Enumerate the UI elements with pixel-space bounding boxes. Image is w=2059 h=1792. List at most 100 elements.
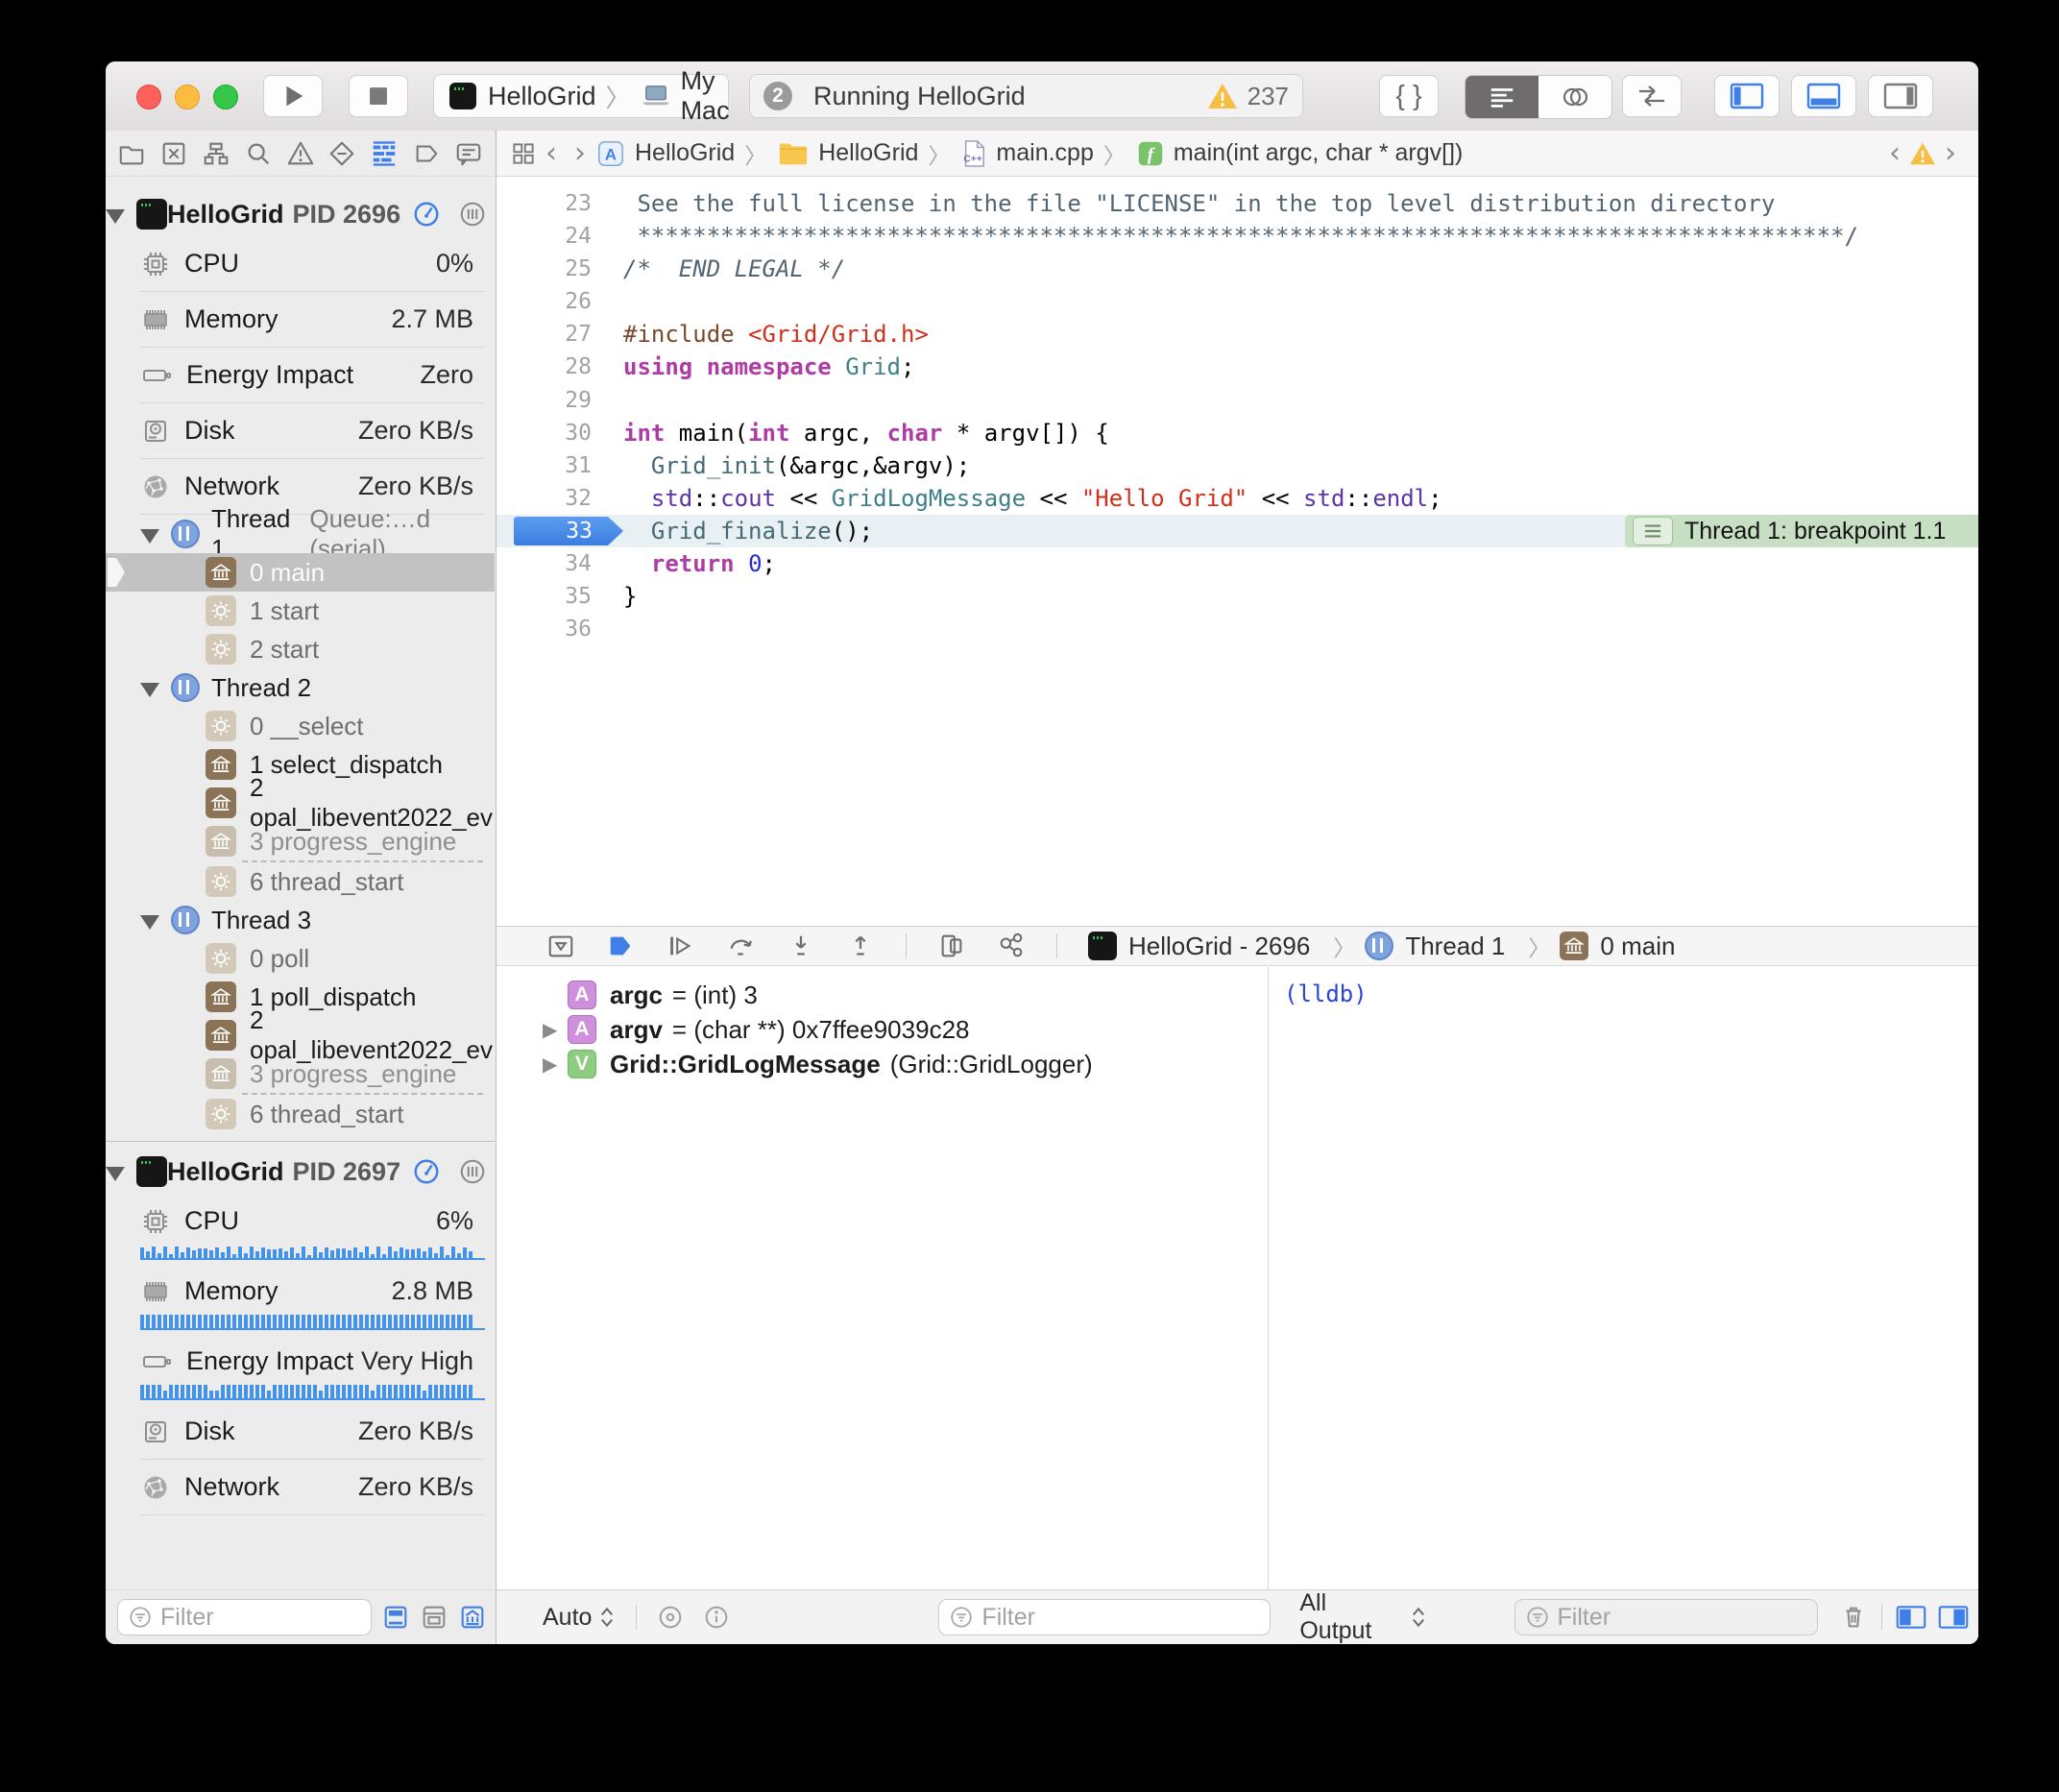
test-navigator-icon[interactable] (327, 139, 356, 168)
view-debugger-button[interactable] (937, 932, 966, 960)
disclosure-triangle-icon[interactable] (140, 915, 159, 930)
info-button[interactable] (702, 1603, 731, 1632)
clear-console-button[interactable] (1839, 1603, 1868, 1632)
stack-frame-row[interactable]: 0 poll (106, 939, 495, 978)
stat-row[interactable]: DiskZero KB/s (106, 403, 495, 458)
line-number[interactable]: 24 (497, 220, 592, 253)
version-editor-button[interactable] (1622, 75, 1682, 117)
debug-breadcrumb-item[interactable]: 0 main (1600, 932, 1675, 961)
disclosure-triangle-icon[interactable] (140, 683, 159, 697)
variable-row[interactable]: ▶VGrid::GridLogMessage(Grid::GridLogger) (497, 1047, 1267, 1081)
go-back-button[interactable]: ‹ (545, 136, 557, 170)
continue-button[interactable] (666, 932, 694, 960)
debug-breadcrumb-item[interactable]: Thread 1 (1405, 932, 1505, 961)
stack-frame-row[interactable]: 0 main (106, 553, 495, 592)
gauge-columns-icon[interactable] (458, 200, 487, 229)
filter-running-processes-button[interactable] (381, 1603, 410, 1632)
thread-row[interactable]: Thread 2 (106, 668, 495, 707)
line-number[interactable]: 26 (497, 285, 592, 318)
line-number[interactable]: 31 (497, 449, 592, 482)
stack-frame-row[interactable]: 1 start (106, 592, 495, 630)
line-number[interactable]: 29 (497, 384, 592, 417)
breakpoint-navigator-icon[interactable] (412, 139, 441, 168)
hide-debug-area-button[interactable] (546, 932, 575, 960)
assistant-editor-button[interactable] (1538, 76, 1611, 118)
console-output-popup[interactable]: All Output (1299, 1589, 1433, 1644)
navigator-filter-field[interactable]: Filter (117, 1599, 372, 1635)
report-navigator-icon[interactable] (454, 139, 483, 168)
gauge-speedometer-icon[interactable] (412, 200, 441, 229)
disclosure-triangle-icon[interactable] (106, 1167, 125, 1181)
gauge-columns-icon[interactable] (458, 1157, 487, 1186)
stack-frame-row[interactable]: 6 thread_start (106, 1095, 495, 1133)
debug-navigator-icon[interactable] (370, 139, 399, 168)
filter-debug-gauges-button[interactable] (420, 1603, 448, 1632)
thread-row[interactable]: Thread 3 (106, 901, 495, 939)
line-number[interactable]: 30 (497, 417, 592, 449)
stat-row[interactable]: NetworkZero KB/s (106, 1460, 495, 1514)
toggle-variables-view-button[interactable] (1896, 1604, 1926, 1631)
code-editor[interactable]: 23 See the full license in the file "LIC… (497, 177, 1978, 926)
stack-frame-row[interactable]: 2 start (106, 630, 495, 668)
variables-filter-field[interactable]: Filter (938, 1599, 1271, 1635)
warning-count[interactable]: 237 (1248, 82, 1289, 111)
jump-bar-item[interactable]: HelloGrid (818, 139, 918, 167)
thread-row[interactable]: Thread 1Queue:…d (serial) (106, 515, 495, 553)
disclosure-triangle-icon[interactable]: ▶ (543, 1018, 568, 1042)
stack-frame-row[interactable]: 2 opal_libevent2022_ev… (106, 784, 495, 822)
variables-scope-popup[interactable]: Auto (543, 1604, 622, 1632)
stack-frame-row[interactable]: 3 progress_engine (106, 1054, 495, 1093)
toggle-inspector-button[interactable] (1868, 75, 1933, 117)
process-row[interactable]: HelloGridPID 2696 (106, 192, 495, 236)
filter-stack-frames-button[interactable] (458, 1603, 487, 1632)
jump-bar-item[interactable]: main(int argc, char * argv[]) (1174, 139, 1464, 167)
line-number[interactable]: 32 (497, 482, 592, 515)
previous-issue-button[interactable]: ‹ (1889, 136, 1901, 170)
stack-frame-row[interactable]: 2 opal_libevent2022_ev… (106, 1016, 495, 1054)
debug-breadcrumb-item[interactable]: HelloGrid - 2696 (1128, 932, 1310, 961)
breakpoints-enabled-button[interactable] (606, 932, 635, 960)
breakpoint-badge[interactable]: 33 (514, 517, 623, 545)
zoom-window-button[interactable] (213, 85, 238, 109)
stat-row[interactable]: Energy ImpactVery High (106, 1334, 495, 1389)
go-forward-button[interactable]: › (574, 136, 586, 170)
toggle-console-view-button[interactable] (1938, 1604, 1969, 1631)
disclosure-triangle-icon[interactable] (140, 529, 159, 544)
stat-row[interactable]: Memory2.8 MB (106, 1264, 495, 1319)
stat-row[interactable]: DiskZero KB/s (106, 1404, 495, 1459)
toggle-navigator-button[interactable] (1714, 75, 1780, 117)
stat-row[interactable]: Memory2.7 MB (106, 292, 495, 347)
source-control-navigator-icon[interactable] (159, 139, 188, 168)
stat-row[interactable]: Energy ImpactZero (106, 348, 495, 402)
step-over-button[interactable] (725, 932, 756, 960)
breakpoint-annotation[interactable]: Thread 1: breakpoint 1.1 (1625, 515, 1978, 547)
variable-row[interactable]: Aargc= (int) 3 (497, 978, 1267, 1012)
minimize-window-button[interactable] (175, 85, 200, 109)
watch-variables-button[interactable] (656, 1603, 685, 1632)
standard-editor-button[interactable] (1466, 76, 1538, 118)
step-into-button[interactable] (787, 932, 815, 960)
disclosure-triangle-icon[interactable]: ▶ (543, 1053, 568, 1077)
scheme-selector[interactable]: HelloGrid 〉 My Mac (433, 74, 729, 118)
stack-frame-row[interactable]: 6 thread_start (106, 862, 495, 901)
code-snippets-button[interactable]: { } (1379, 75, 1439, 117)
stop-button[interactable] (349, 75, 408, 117)
line-number[interactable]: 25 (497, 253, 592, 285)
line-number[interactable]: 35 (497, 580, 592, 613)
memory-graph-button[interactable] (997, 932, 1026, 960)
variable-row[interactable]: ▶Aargv= (char **) 0x7ffee9039c28 (497, 1012, 1267, 1047)
line-number[interactable]: 28 (497, 351, 592, 383)
console-view[interactable]: (lldb) (1268, 967, 1978, 1589)
line-number[interactable]: 23 (497, 187, 592, 220)
step-out-button[interactable] (846, 932, 875, 960)
project-navigator-icon[interactable] (117, 139, 146, 168)
stat-row[interactable]: CPU0% (106, 236, 495, 291)
line-number[interactable]: 36 (497, 613, 592, 645)
close-window-button[interactable] (136, 85, 161, 109)
gauge-speedometer-icon[interactable] (412, 1157, 441, 1186)
next-issue-button[interactable]: › (1945, 136, 1956, 170)
console-filter-field[interactable]: Filter (1514, 1599, 1818, 1635)
related-items-icon[interactable] (510, 140, 537, 167)
stack-frame-row[interactable]: 0 __select (106, 707, 495, 745)
jump-bar-item[interactable]: HelloGrid (635, 139, 735, 167)
